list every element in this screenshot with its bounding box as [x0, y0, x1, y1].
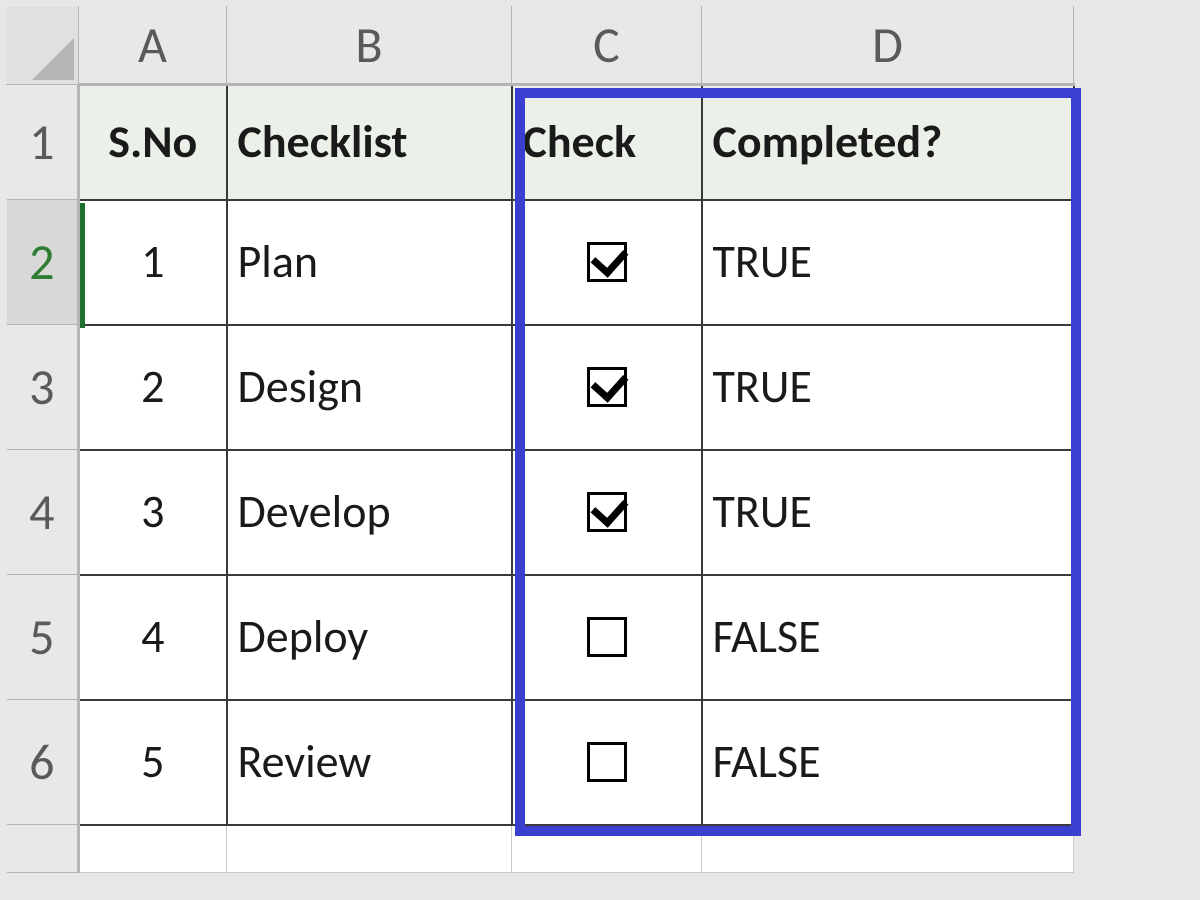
cell-a4[interactable]: 3 [79, 450, 227, 575]
column-header-c[interactable]: C [512, 7, 702, 85]
cell-d7[interactable] [702, 825, 1074, 873]
checkbox-icon[interactable] [587, 367, 627, 407]
select-all-icon [32, 38, 74, 80]
cell-c7[interactable] [512, 825, 702, 873]
cell-b5[interactable]: Deploy [227, 575, 512, 700]
cell-d4[interactable]: TRUE [702, 450, 1074, 575]
cell-c5[interactable] [512, 575, 702, 700]
row-header-2[interactable]: 2 [7, 200, 79, 325]
grid[interactable]: A B C D 1 S.No Checklist Check Completed… [6, 6, 1075, 873]
cell-d3[interactable]: TRUE [702, 325, 1074, 450]
row-header-1[interactable]: 1 [7, 85, 79, 200]
cell-b4[interactable]: Develop [227, 450, 512, 575]
cell-c1[interactable]: Check [512, 85, 702, 200]
cell-b7[interactable] [227, 825, 512, 873]
cell-a3[interactable]: 2 [79, 325, 227, 450]
row-header-4[interactable]: 4 [7, 450, 79, 575]
row-header-3[interactable]: 3 [7, 325, 79, 450]
cell-b2[interactable]: Plan [227, 200, 512, 325]
cell-b1[interactable]: Checklist [227, 85, 512, 200]
column-header-b[interactable]: B [227, 7, 512, 85]
column-header-d[interactable]: D [702, 7, 1074, 85]
cell-a7[interactable] [79, 825, 227, 873]
checkbox-icon[interactable] [587, 242, 627, 282]
checkbox-icon[interactable] [587, 742, 627, 782]
cell-c3[interactable] [512, 325, 702, 450]
cell-a2[interactable]: 1 [79, 200, 227, 325]
cell-b6[interactable]: Review [227, 700, 512, 825]
cell-d2[interactable]: TRUE [702, 200, 1074, 325]
cell-c4[interactable] [512, 450, 702, 575]
cell-a1[interactable]: S.No [79, 85, 227, 200]
cell-d1[interactable]: Completed? [702, 85, 1074, 200]
cell-b3[interactable]: Design [227, 325, 512, 450]
cell-c2[interactable] [512, 200, 702, 325]
cell-a5[interactable]: 4 [79, 575, 227, 700]
checkbox-icon[interactable] [587, 492, 627, 532]
column-header-a[interactable]: A [79, 7, 227, 85]
cell-a6[interactable]: 5 [79, 700, 227, 825]
cell-c6[interactable] [512, 700, 702, 825]
select-all-corner[interactable] [7, 7, 79, 85]
row-header-7[interactable] [7, 825, 79, 873]
checkbox-icon[interactable] [587, 617, 627, 657]
row-header-5[interactable]: 5 [7, 575, 79, 700]
cell-d6[interactable]: FALSE [702, 700, 1074, 825]
cell-d5[interactable]: FALSE [702, 575, 1074, 700]
row-header-6[interactable]: 6 [7, 700, 79, 825]
spreadsheet: A B C D 1 S.No Checklist Check Completed… [6, 6, 1194, 873]
